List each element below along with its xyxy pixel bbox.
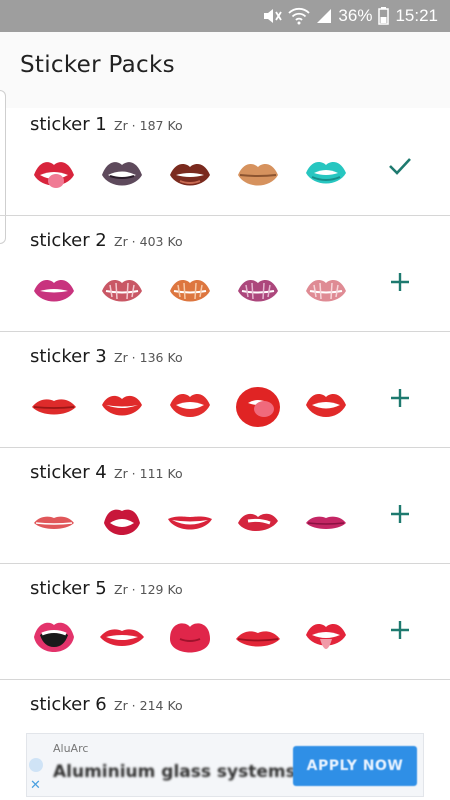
sticker-preview-row bbox=[28, 614, 352, 664]
sticker-lips-brown-gloss bbox=[164, 150, 216, 200]
sticker-kiss-print-orange bbox=[164, 266, 216, 316]
sticker-lips-red-grin bbox=[164, 498, 216, 548]
add-pack-icon[interactable] bbox=[386, 268, 414, 296]
pack-item[interactable]: sticker 2 Zr · 403 Ko bbox=[0, 216, 450, 332]
sticker-lips-coral-closed bbox=[28, 498, 80, 548]
sticker-lips-nude-smile bbox=[232, 150, 284, 200]
pack-meta: Zr · 111 Ko bbox=[114, 466, 183, 481]
sticker-lips-red-teeth-wide bbox=[96, 614, 148, 664]
ad-apply-button[interactable]: APPLY NOW bbox=[293, 746, 417, 786]
sticker-lips-magenta-closed bbox=[300, 498, 352, 548]
pack-item[interactable]: sticker 1 Zr · 187 Ko bbox=[0, 100, 450, 216]
sticker-preview-row bbox=[28, 150, 352, 200]
sticker-lips-pink-bite bbox=[28, 266, 80, 316]
page-title: Sticker Packs bbox=[20, 52, 175, 78]
sticker-lips-pink-shout bbox=[28, 614, 80, 664]
sticker-kiss-print-red bbox=[96, 266, 148, 316]
status-bar: 36% 15:21 bbox=[0, 0, 450, 32]
pack-name: sticker 6 bbox=[30, 694, 107, 715]
sticker-lips-red-tongue bbox=[300, 614, 352, 664]
pack-item[interactable]: sticker 3 Zr · 136 Ko bbox=[0, 332, 450, 448]
add-pack-icon[interactable] bbox=[386, 500, 414, 528]
sticker-preview-row bbox=[28, 266, 352, 316]
pack-item[interactable]: sticker 5 Zr · 129 Ko bbox=[0, 564, 450, 680]
signal-icon bbox=[316, 8, 332, 24]
sticker-lips-red-smile bbox=[96, 382, 148, 432]
clock: 15:21 bbox=[395, 6, 438, 25]
pack-meta: Zr · 187 Ko bbox=[114, 118, 183, 133]
ad-close-icon[interactable]: ✕ bbox=[30, 778, 41, 793]
mute-icon bbox=[262, 7, 283, 25]
ad-banner[interactable]: ✕ AluArc Aluminium glass systems APPLY N… bbox=[26, 733, 424, 797]
sticker-lips-red-closed-2 bbox=[232, 614, 284, 664]
pack-name: sticker 4 bbox=[30, 462, 107, 483]
add-pack-icon[interactable] bbox=[386, 384, 414, 412]
sticker-lips-crimson-open bbox=[96, 498, 148, 548]
sticker-lips-red-teeth bbox=[300, 382, 352, 432]
wifi-icon bbox=[288, 7, 311, 25]
pack-meta: Zr · 403 Ko bbox=[114, 234, 183, 249]
pack-name: sticker 2 bbox=[30, 230, 107, 251]
pack-name: sticker 3 bbox=[30, 346, 107, 367]
sticker-kiss-print-magenta bbox=[232, 266, 284, 316]
sticker-lips-red-closed bbox=[28, 382, 80, 432]
pack-meta: Zr · 136 Ko bbox=[114, 350, 183, 365]
pack-meta: Zr · 214 Ko bbox=[114, 698, 183, 713]
sticker-preview-row bbox=[28, 498, 352, 548]
ad-info-icon[interactable] bbox=[29, 758, 43, 772]
pack-item[interactable]: sticker 4 Zr · 111 Ko bbox=[0, 448, 450, 564]
pack-name: sticker 5 bbox=[30, 578, 107, 599]
battery-icon bbox=[378, 7, 390, 25]
pack-added-check-icon[interactable] bbox=[386, 152, 414, 180]
pack-meta: Zr · 129 Ko bbox=[114, 582, 183, 597]
sticker-lips-teal-bite bbox=[300, 150, 352, 200]
ad-brand: AluArc bbox=[53, 742, 89, 755]
sticker-preview-row bbox=[28, 382, 352, 432]
sticker-lips-red-bite bbox=[232, 498, 284, 548]
ad-headline: Aluminium glass systems bbox=[53, 762, 296, 782]
sticker-lips-pink-pucker bbox=[164, 614, 216, 664]
sticker-kiss-print-red-pale bbox=[300, 266, 352, 316]
sticker-lips-dark-purple bbox=[96, 150, 148, 200]
app-bar: Sticker Packs bbox=[0, 32, 450, 108]
battery-percent: 36% bbox=[338, 6, 373, 25]
sticker-lips-red-lick bbox=[232, 382, 284, 432]
sticker-lips-red-open bbox=[164, 382, 216, 432]
pack-name: sticker 1 bbox=[30, 114, 107, 135]
sticker-lips-tongue-out bbox=[28, 150, 80, 200]
add-pack-icon[interactable] bbox=[386, 616, 414, 644]
